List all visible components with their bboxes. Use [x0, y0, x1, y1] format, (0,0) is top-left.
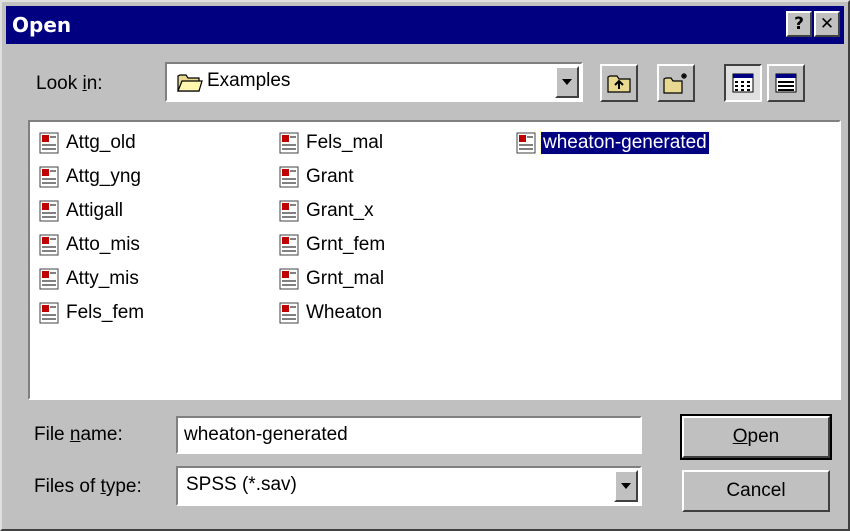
file-item-name: Fels_fem — [66, 302, 145, 323]
file-item-name: Attigall — [66, 200, 124, 221]
file-item[interactable]: wheaton-generated — [515, 128, 710, 158]
file-item[interactable]: Atto_mis — [38, 230, 142, 260]
file-item-name: wheaton-generated — [540, 131, 710, 155]
close-button[interactable]: ✕ — [814, 11, 840, 37]
file-item[interactable]: Attigall — [38, 196, 125, 226]
file-item-name: Fels_mal — [306, 132, 384, 153]
file-item-name: Wheaton — [306, 302, 383, 323]
open-dialog: Open ? ✕ Look in: Examples Attg_old Attg… — [0, 0, 850, 531]
create-new-folder-button[interactable] — [657, 64, 695, 102]
look-in-value: Examples — [207, 70, 291, 91]
file-item-name: Atto_mis — [66, 234, 140, 255]
new-folder-icon — [663, 73, 687, 94]
details-view-button[interactable] — [767, 64, 805, 102]
file-type-dropdown[interactable]: SPSS (*.sav) — [176, 466, 642, 506]
file-item-name: Grant_x — [306, 200, 374, 221]
sav-file-icon — [38, 166, 60, 188]
sav-file-icon — [278, 234, 300, 256]
sav-file-icon — [278, 166, 300, 188]
up-folder-icon — [607, 75, 631, 93]
sav-file-icon — [278, 302, 300, 324]
cancel-button[interactable]: Cancel — [682, 470, 830, 512]
details-view-icon — [775, 73, 797, 93]
sav-file-icon — [278, 200, 300, 222]
open-button-label: pen — [747, 426, 780, 447]
open-button[interactable]: Open — [680, 414, 832, 460]
up-one-level-button[interactable] — [600, 64, 638, 102]
list-view-icon — [732, 73, 754, 93]
sav-file-icon — [515, 132, 537, 154]
file-item[interactable]: Fels_fem — [38, 298, 146, 328]
file-type-dropdown-arrow[interactable] — [614, 470, 638, 502]
chevron-down-icon — [621, 483, 631, 489]
file-item-name: Grnt_fem — [306, 234, 386, 255]
look-in-dropdown-arrow[interactable] — [555, 66, 579, 98]
file-name-input[interactable] — [176, 416, 642, 454]
folder-icon — [177, 71, 203, 93]
file-item[interactable]: Grant — [278, 162, 356, 192]
look-in-dropdown[interactable]: Examples — [165, 62, 583, 102]
sav-file-icon — [38, 268, 60, 290]
title-bar[interactable]: Open ? ✕ — [6, 6, 844, 44]
file-list[interactable]: Attg_old Attg_yng Attigall Atto_mis Atty_mis… — [28, 120, 841, 400]
file-item[interactable]: Wheaton — [278, 298, 384, 328]
help-button[interactable]: ? — [786, 11, 812, 37]
file-type-label: Files of type: — [34, 476, 142, 497]
chevron-down-icon — [562, 79, 572, 85]
file-name-label: File name: — [34, 424, 123, 445]
sav-file-icon — [278, 268, 300, 290]
file-item-name: Attg_yng — [66, 166, 141, 187]
sav-file-icon — [38, 302, 60, 324]
sav-file-icon — [278, 132, 300, 154]
sav-file-icon — [38, 234, 60, 256]
open-button-accel: O — [732, 426, 748, 447]
file-type-value: SPSS (*.sav) — [186, 474, 297, 495]
file-item[interactable]: Attg_old — [38, 128, 138, 158]
file-item-name: Atty_mis — [66, 268, 139, 289]
file-item-name: Grnt_mal — [306, 268, 385, 289]
sav-file-icon — [38, 200, 60, 222]
sav-file-icon — [38, 132, 60, 154]
look-in-label: Look in: — [36, 73, 103, 94]
file-item[interactable]: Grnt_fem — [278, 230, 387, 260]
file-item[interactable]: Attg_yng — [38, 162, 143, 192]
file-item[interactable]: Atty_mis — [38, 264, 141, 294]
dialog-title: Open — [12, 13, 72, 37]
file-item[interactable]: Grant_x — [278, 196, 376, 226]
file-item-name: Attg_old — [66, 132, 136, 153]
file-item[interactable]: Fels_mal — [278, 128, 385, 158]
list-view-button[interactable] — [724, 64, 762, 102]
file-item-name: Grant — [306, 166, 354, 187]
file-item[interactable]: Grnt_mal — [278, 264, 386, 294]
